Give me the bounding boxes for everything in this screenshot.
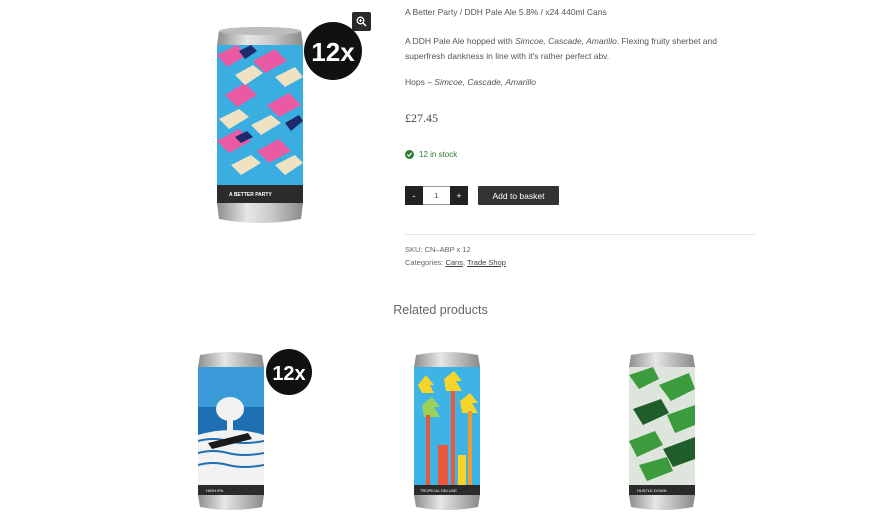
svg-text:HUSTLE DOWN: HUSTLE DOWN xyxy=(637,488,667,493)
check-circle-icon xyxy=(405,150,414,159)
related-product-card[interactable]: TROPICAL DELUXE xyxy=(404,345,494,516)
stock-text: 12 in stock xyxy=(419,150,458,159)
related-product-card[interactable]: HIGH IPA 12x xyxy=(188,345,318,516)
zoom-button[interactable] xyxy=(352,12,371,31)
category-link-trade-shop[interactable]: Trade Shop xyxy=(467,258,506,267)
product-price: £27.45 xyxy=(405,111,438,125)
divider xyxy=(405,234,755,235)
product-short-title: A Better Party / DDH Pale Ale 5.8% / x24… xyxy=(405,7,607,17)
quantity-input[interactable] xyxy=(423,186,450,205)
product-main-image[interactable]: A BETTER PARTY 12x xyxy=(195,15,375,235)
sku-line: SKU: CN–ABP x 12 xyxy=(405,245,471,254)
quantity-badge: 12x xyxy=(311,37,355,67)
svg-text:TROPICAL DELUXE: TROPICAL DELUXE xyxy=(420,488,457,493)
category-link-cans[interactable]: Cans xyxy=(445,258,463,267)
product-hops: Hops – Simcoe, Cascade, Amarillo xyxy=(405,77,537,87)
related-product-card[interactable]: HUSTLE DOWN xyxy=(619,345,709,516)
stock-status: 12 in stock xyxy=(405,150,457,159)
svg-text:HIGH IPA: HIGH IPA xyxy=(206,488,224,493)
product-meta: SKU: CN–ABP x 12 Categories: Cans, Trade… xyxy=(405,243,506,269)
quantity-increase-button[interactable]: + xyxy=(450,186,468,205)
quantity-stepper: - + xyxy=(405,186,468,205)
sku-value: CN–ABP x 12 xyxy=(424,245,471,254)
quantity-badge: 12x xyxy=(272,363,305,385)
product-description: A DDH Pale Ale hopped with Simcoe, Casca… xyxy=(405,36,717,61)
quantity-decrease-button[interactable]: - xyxy=(405,186,423,205)
add-to-basket-button[interactable]: Add to basket xyxy=(478,186,559,205)
magnifier-plus-icon xyxy=(356,16,367,27)
can-label: A BETTER PARTY xyxy=(229,192,272,198)
related-products-heading: Related products xyxy=(393,303,488,317)
categories-line: Categories: Cans, Trade Shop xyxy=(405,258,506,267)
